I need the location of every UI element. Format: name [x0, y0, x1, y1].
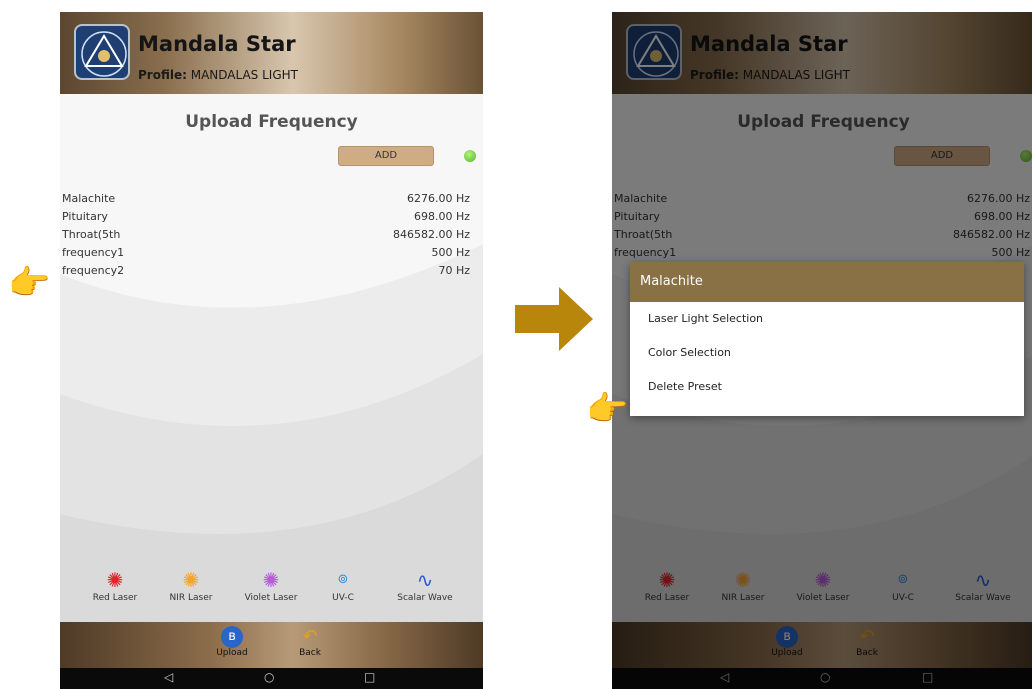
laser-light-selection-option[interactable]: Laser Light Selection: [630, 302, 1024, 336]
bottom-bar: ʙUpload ↶Back: [60, 622, 483, 668]
preset-options-dialog: Malachite Laser Light Selection Color Se…: [630, 262, 1024, 416]
background-wave: [60, 244, 483, 634]
pointing-hand-icon: 👉: [586, 389, 629, 429]
list-item[interactable]: Pituitary698.00 Hz: [62, 210, 470, 228]
bluetooth-icon: ʙ: [221, 626, 243, 648]
transition-arrow-icon: [515, 287, 593, 351]
uvc-icon: ⊚: [337, 572, 349, 587]
profile-line: Profile: MANDALAS LIGHT: [138, 68, 298, 82]
pointing-hand-icon: 👉: [8, 263, 51, 303]
app-title: Mandala Star: [138, 32, 296, 56]
list-item[interactable]: Throat(5th846582.00 Hz: [62, 228, 470, 246]
list-item[interactable]: Malachite6276.00 Hz: [62, 192, 470, 210]
starburst-icon: ✺: [262, 568, 280, 592]
add-button[interactable]: ADD: [338, 146, 434, 166]
starburst-icon: ✺: [106, 568, 124, 592]
back-arrow-icon: ↶: [302, 626, 318, 647]
red-laser-button[interactable]: ✺Red Laser: [80, 567, 150, 603]
violet-laser-button[interactable]: ✺Violet Laser: [236, 567, 306, 603]
starburst-icon: ✺: [182, 568, 200, 592]
nav-home-icon[interactable]: ○: [264, 670, 274, 684]
laser-toolbar: ✺Red Laser ✺NIR Laser ✺Violet Laser ⊚UV-…: [60, 567, 483, 607]
screen-after: Mandala Star Profile: MANDALAS LIGHT Upl…: [612, 12, 1032, 689]
nav-back-icon[interactable]: ◁: [164, 670, 173, 684]
android-navbar: ◁ ○ □: [60, 668, 483, 689]
scalar-wave-button[interactable]: ∿Scalar Wave: [390, 567, 460, 603]
delete-preset-option[interactable]: Delete Preset: [630, 370, 1024, 404]
mandala-logo-icon: [74, 24, 130, 80]
preset-list: Malachite6276.00 Hz Pituitary698.00 Hz T…: [62, 192, 470, 282]
page-title: Upload Frequency: [185, 112, 358, 132]
uvc-button[interactable]: ⊚UV-C: [308, 567, 378, 603]
nav-recent-icon[interactable]: □: [364, 670, 375, 684]
screen-before: Mandala Star Profile: MANDALAS LIGHT Upl…: [60, 12, 483, 689]
upload-button[interactable]: ʙUpload: [207, 626, 257, 658]
back-button[interactable]: ↶Back: [285, 626, 335, 658]
list-item[interactable]: frequency1500 Hz: [62, 246, 470, 264]
status-led-icon: [464, 150, 476, 162]
wave-icon: ∿: [416, 568, 434, 592]
list-item[interactable]: frequency2 70 Hz: [62, 264, 470, 282]
dialog-title: Malachite: [630, 262, 1024, 302]
app-header: Mandala Star Profile: MANDALAS LIGHT: [60, 12, 483, 94]
nir-laser-button[interactable]: ✺NIR Laser: [156, 567, 226, 603]
color-selection-option[interactable]: Color Selection: [630, 336, 1024, 370]
